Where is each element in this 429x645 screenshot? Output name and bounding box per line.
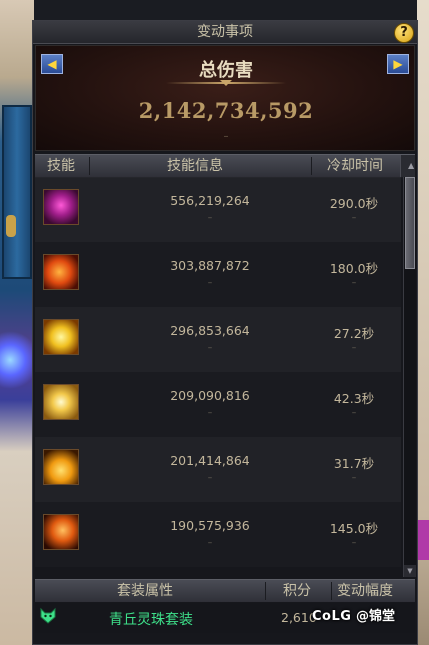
skill-cooldown: 180.0秒 (329, 261, 379, 276)
watermark-logo: CoLG (312, 609, 352, 624)
watermark-author: @锦堂 (355, 609, 395, 624)
skill-damage: 209,090,816 (170, 388, 250, 403)
skill-row[interactable]: 201,414,864 – 31.7秒 – (35, 437, 401, 502)
arrow-down-icon: ▼ (407, 567, 413, 575)
skill-damage-dash: – (207, 343, 213, 353)
skill-list-scrollbar[interactable]: ▼ (403, 177, 416, 577)
background-left-scene (0, 0, 34, 645)
scrollbar-thumb[interactable] (405, 177, 415, 269)
skill-row[interactable]: 303,887,872 – 180.0秒 – (35, 242, 401, 307)
total-damage-area: ◀ ▶ 总伤害 2,142,734,592 – (35, 45, 415, 151)
total-damage-label: 总伤害 (199, 60, 253, 81)
background-right-scene (417, 0, 429, 645)
skill-damage-dash: – (207, 408, 213, 418)
panel-title: 变动事项 (197, 24, 253, 40)
skill-damage: 296,853,664 (170, 323, 250, 338)
skill-damage: 556,219,264 (170, 193, 250, 208)
background-pink-item (417, 520, 429, 560)
column-change: 变动幅度 (337, 583, 393, 599)
column-info: 技能信息 (167, 158, 223, 174)
flame-burst-icon (43, 449, 79, 485)
help-button[interactable]: ? (394, 23, 414, 43)
skill-list: 556,219,264 – 290.0秒 – 303,887,872 – 180… (35, 177, 401, 577)
change-details-panel: 变动事项 ? ◀ ▶ 总伤害 2,142,734,592 – 技能 技能信息 冷… (32, 20, 418, 645)
skill-cooldown: 145.0秒 (329, 521, 379, 536)
skill-cooldown-dash: – (351, 408, 357, 418)
skill-cooldown: 42.3秒 (333, 391, 375, 406)
skill-row[interactable]: 556,219,264 – 290.0秒 – (35, 177, 401, 242)
panel-titlebar: 变动事项 ? (33, 21, 417, 44)
skill-damage: 201,414,864 (170, 453, 250, 468)
background-door-knob (6, 215, 16, 237)
column-cooldown: 冷却时间 (327, 158, 383, 174)
scroll-down-button[interactable]: ▼ (404, 565, 416, 577)
column-divider (89, 157, 90, 175)
skill-cooldown-dash: – (351, 473, 357, 483)
skill-row[interactable]: 296,853,664 – 27.2秒 – (35, 307, 401, 372)
skill-table-header: 技能 技能信息 冷却时间 ▲ (35, 154, 415, 178)
skill-damage-dash: – (207, 213, 213, 223)
fire-dragon-icon (43, 254, 79, 290)
spark-burst-icon (43, 384, 79, 420)
total-damage-dash: – (223, 131, 229, 142)
set-table-header: 套装属性 积分 变动幅度 (35, 579, 415, 602)
skill-cooldown: 27.2秒 (333, 326, 375, 341)
column-skill: 技能 (47, 158, 75, 174)
demon-face-icon (43, 189, 79, 225)
skill-cooldown-dash: – (351, 538, 357, 548)
total-damage-value: 2,142,734,592 (138, 98, 314, 123)
arrow-up-icon: ▲ (408, 161, 415, 170)
skill-damage: 190,575,936 (170, 518, 250, 533)
column-divider (331, 582, 332, 600)
watermark: CoLG @锦堂 (312, 605, 395, 624)
column-score: 积分 (283, 583, 311, 599)
fox-icon (40, 607, 56, 624)
flame-slash-icon (43, 514, 79, 550)
column-set-attr: 套装属性 (117, 583, 173, 599)
skill-damage-dash: – (207, 473, 213, 483)
background-door (2, 105, 32, 279)
skill-cooldown-dash: – (351, 343, 357, 353)
background-glow (0, 330, 34, 390)
title-caret (220, 80, 232, 86)
scroll-up-button[interactable]: ▲ (400, 155, 415, 177)
explosion-icon (43, 319, 79, 355)
skill-cooldown-dash: – (351, 278, 357, 288)
skill-damage-dash: – (207, 538, 213, 548)
set-name: 青丘灵珠套装 (109, 612, 193, 628)
skill-cooldown: 290.0秒 (329, 196, 379, 211)
skill-damage: 303,887,872 (170, 258, 250, 273)
column-divider (265, 582, 266, 600)
skill-cooldown-dash: – (351, 213, 357, 223)
skill-row[interactable]: 190,575,936 – 145.0秒 – (35, 502, 401, 567)
skill-row[interactable]: 209,090,816 – 42.3秒 – (35, 372, 401, 437)
skill-damage-dash: – (207, 278, 213, 288)
skill-cooldown: 31.7秒 (333, 456, 375, 471)
column-divider (311, 157, 312, 175)
